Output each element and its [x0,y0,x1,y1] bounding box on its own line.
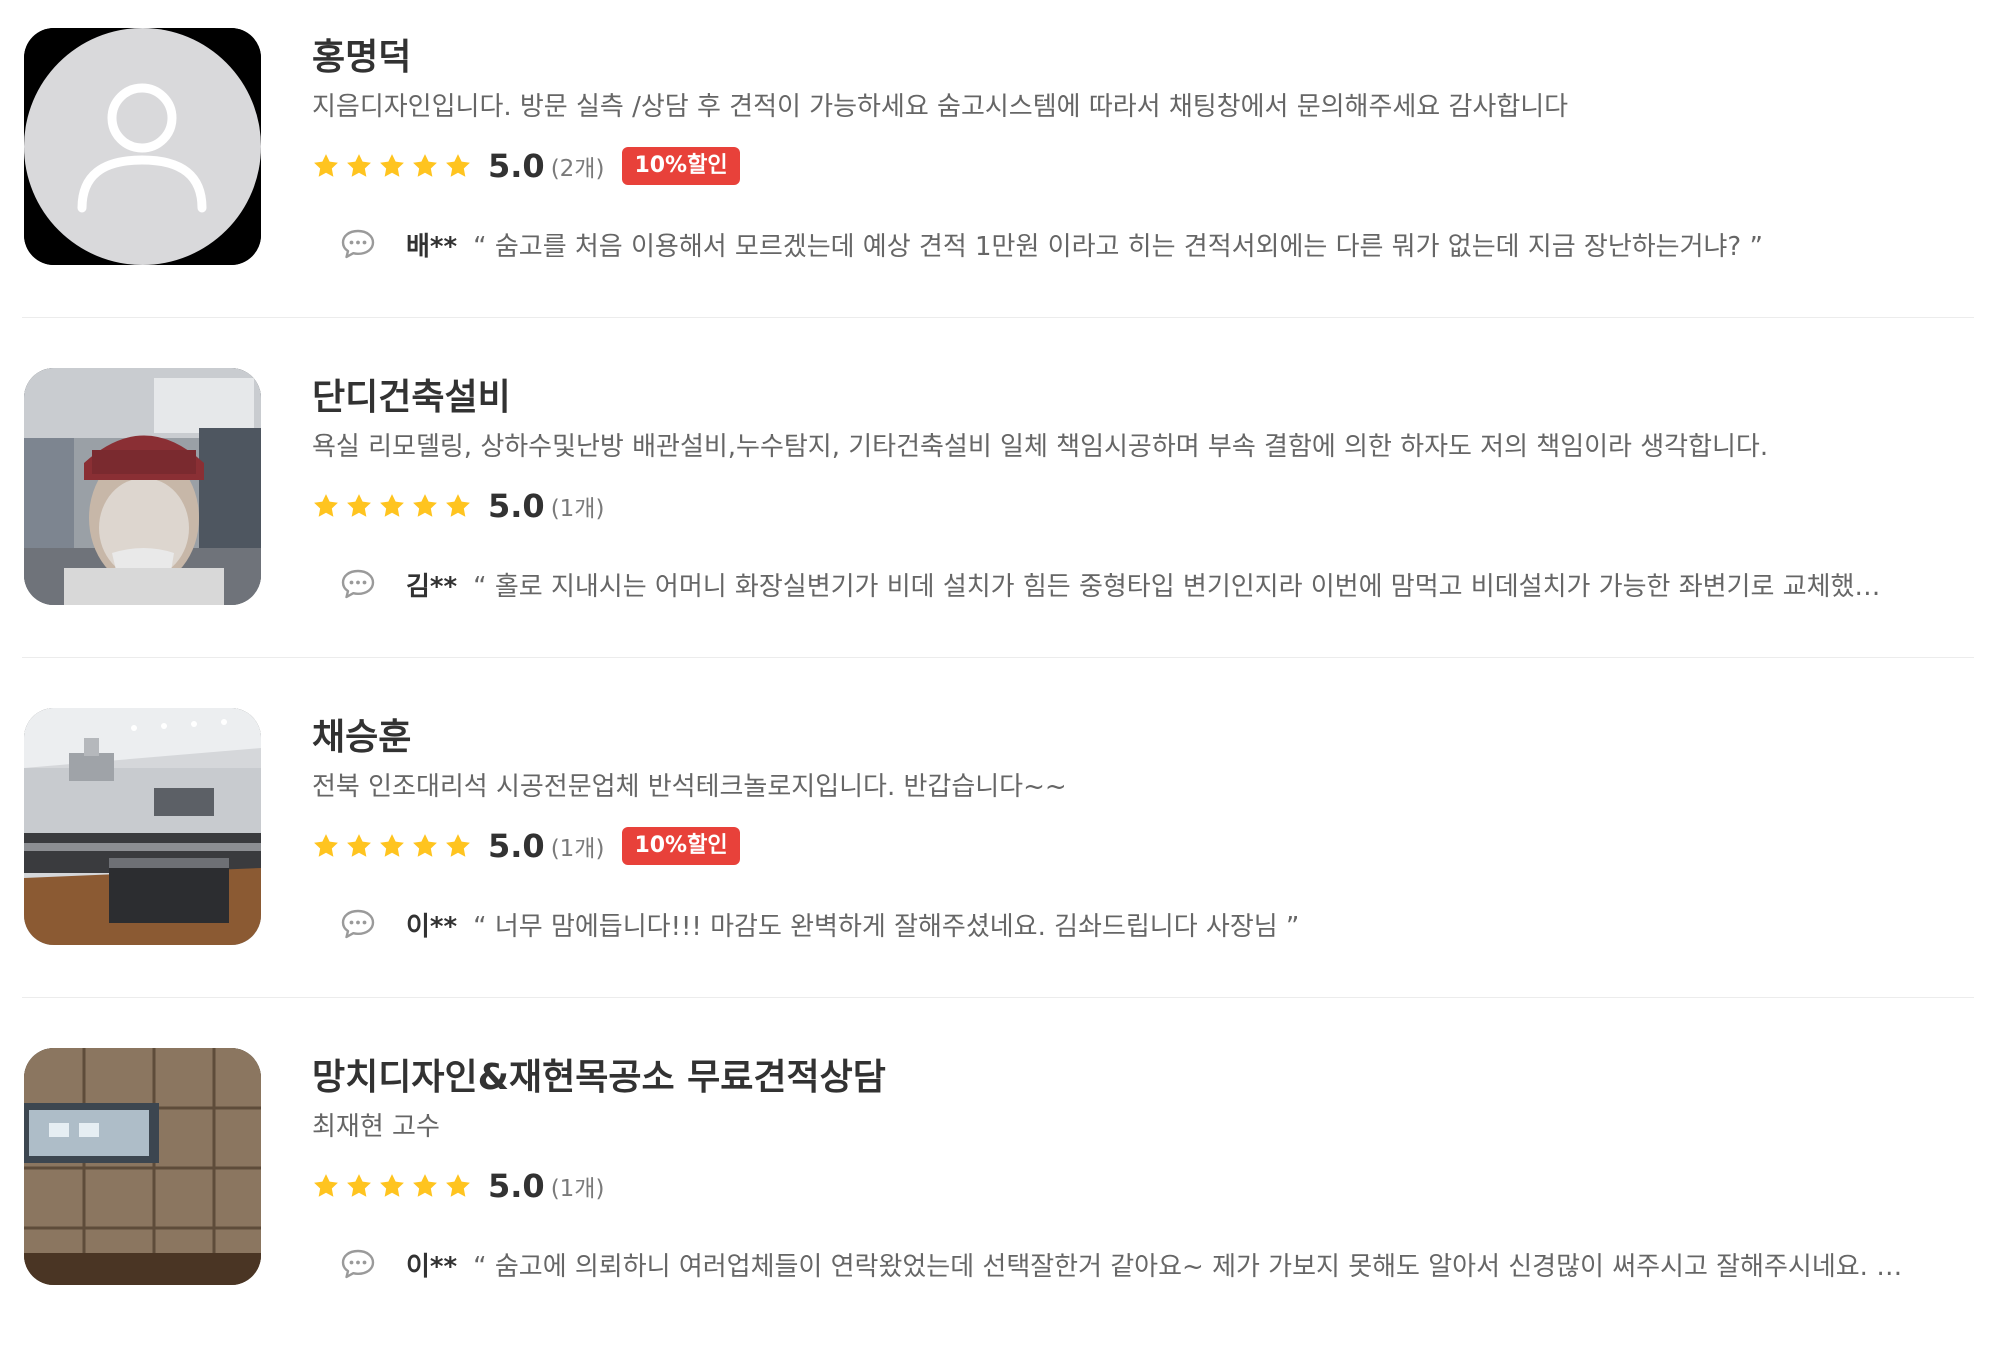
star-icon [446,494,470,517]
rating-row: 5.0 (1개) 10%할인 [312,826,740,866]
rating-row: 5.0 (1개) [312,486,622,526]
review-text: “ 홀로 지내시는 어머니 화장실변기가 비데 설치가 힘든 중형타입 변기인지… [473,571,1881,602]
review-count: (1개) [550,836,605,862]
star-icon [347,834,371,857]
star-icon [347,494,371,517]
star-rating [312,832,472,860]
star-icon [347,154,371,177]
review-text: “ 너무 맘에듭니다!!! 마감도 완벽하게 잘해주셨네요. 김솨드립니다 사장… [473,911,1300,942]
divider [22,997,1974,998]
star-icon [413,494,437,517]
rating-score: 5.0 [488,147,545,185]
profile-photo[interactable] [24,368,261,605]
pro-description: 최재현 고수 [312,1112,440,1142]
chat-bubble-icon [341,1249,375,1279]
rating-row: 5.0 (2개) 10%할인 [312,146,740,186]
reviewer-name: 이** [406,911,458,942]
reviewer-name: 이** [406,1251,458,1282]
pro-description: 욕실 리모델링, 상하수및난방 배관설비,누수탐지, 기타건축설비 일체 책임시… [312,432,1769,462]
pro-name[interactable]: 단디건축설비 [312,368,511,420]
review-snippet[interactable]: 이** “ 너무 맘에듭니다!!! 마감도 완벽하게 잘해주셨네요. 김솨드립니… [312,902,1972,946]
star-icon [314,154,338,177]
wood-wall-photo[interactable] [24,1048,261,1285]
star-icon [446,154,470,177]
pro-card[interactable]: 채승훈 전북 인조대리석 시공전문업체 반석테크놀로지입니다. 반갑습니다~~ … [22,680,1974,1020]
kitchen-photo[interactable] [24,708,261,945]
star-rating [312,152,472,180]
star-icon [413,1174,437,1197]
star-icon [413,154,437,177]
pro-card[interactable]: 망치디자인&재현목공소 무료견적상담 최재현 고수 5.0 (1개) 이** “… [22,1020,1974,1360]
default-avatar-icon[interactable] [24,28,261,265]
review-count: (1개) [550,1176,605,1202]
rating-score: 5.0 [488,1167,545,1205]
star-rating [312,1172,472,1200]
reviewer-name: 배** [406,231,458,262]
review-text: “ 숨고에 의뢰하니 여러업체들이 연락왔었는데 선택잘한거 같아요~ 제가 가… [473,1251,1903,1282]
pro-name[interactable]: 망치디자인&재현목공소 무료견적상담 [312,1048,886,1100]
star-rating [312,492,472,520]
review-snippet[interactable]: 배** “ 숨고를 처음 이용해서 모르겠는데 예상 견적 1만원 이라고 히는… [312,222,1972,266]
pro-list: 홍명덕 지음디자인입니다. 방문 실측 /상담 후 견적이 가능하세요 숨고시스… [0,0,2000,1326]
star-icon [314,834,338,857]
rating-row: 5.0 (1개) [312,1166,622,1206]
review-count: (1개) [550,496,605,522]
chat-bubble-icon [341,229,375,259]
pro-card[interactable]: 단디건축설비 욕실 리모델링, 상하수및난방 배관설비,누수탐지, 기타건축설비… [22,340,1974,680]
review-count: (2개) [550,156,605,182]
divider [22,317,1974,318]
review-text: “ 숨고를 처음 이용해서 모르겠는데 예상 견적 1만원 이라고 히는 견적서… [473,231,1763,262]
star-icon [314,494,338,517]
star-icon [380,154,404,177]
pro-description: 지음디자인입니다. 방문 실측 /상담 후 견적이 가능하세요 숨고시스템에 따… [312,92,1569,122]
pro-name[interactable]: 채승훈 [312,708,411,760]
pro-card[interactable]: 홍명덕 지음디자인입니다. 방문 실측 /상담 후 견적이 가능하세요 숨고시스… [22,0,1974,340]
discount-badge: 10%할인 [622,147,740,185]
star-icon [347,1174,371,1197]
divider [22,657,1974,658]
pro-description: 전북 인조대리석 시공전문업체 반석테크놀로지입니다. 반갑습니다~~ [312,772,1067,802]
rating-score: 5.0 [488,827,545,865]
chat-bubble-icon [341,909,375,939]
chat-bubble-icon [341,569,375,599]
star-icon [413,834,437,857]
star-icon [380,1174,404,1197]
star-icon [314,1174,338,1197]
star-icon [446,834,470,857]
reviewer-name: 김** [406,571,458,602]
pro-name[interactable]: 홍명덕 [312,28,411,80]
star-icon [380,834,404,857]
star-icon [380,494,404,517]
review-snippet[interactable]: 이** “ 숨고에 의뢰하니 여러업체들이 연락왔었는데 선택잘한거 같아요~ … [312,1242,1972,1286]
discount-badge: 10%할인 [622,827,740,865]
review-snippet[interactable]: 김** “ 홀로 지내시는 어머니 화장실변기가 비데 설치가 힘든 중형타입 … [312,562,1972,606]
star-icon [446,1174,470,1197]
rating-score: 5.0 [488,487,545,525]
